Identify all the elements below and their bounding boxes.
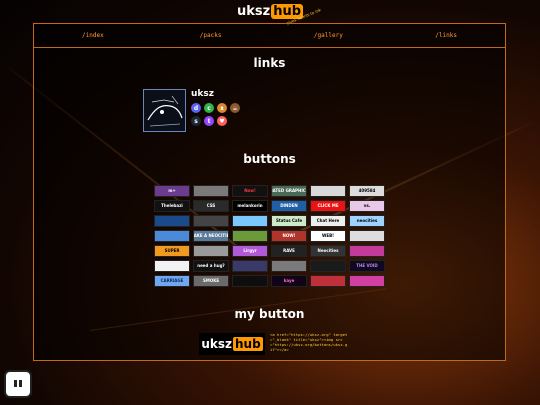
link-button-label: melankorin bbox=[237, 203, 263, 208]
link-button[interactable] bbox=[349, 245, 385, 257]
chat-widget-icon[interactable] bbox=[4, 370, 32, 398]
link-button[interactable] bbox=[154, 215, 190, 227]
link-button-label: SMOKE bbox=[202, 278, 220, 283]
steam-icon[interactable]: s bbox=[191, 116, 201, 126]
orange-cat-icon[interactable]: ᴥ bbox=[217, 103, 227, 113]
twitch-icon[interactable]: t bbox=[204, 116, 214, 126]
link-button[interactable]: 409584 bbox=[349, 185, 385, 197]
link-button[interactable]: kaye bbox=[271, 275, 307, 287]
link-button[interactable]: CARRIAGE bbox=[154, 275, 190, 287]
nav-index[interactable]: /index bbox=[34, 24, 152, 47]
link-button[interactable] bbox=[193, 185, 229, 197]
link-button-label: m+ bbox=[168, 188, 176, 193]
link-button-label: Status Cafe bbox=[275, 218, 303, 223]
nav-packs[interactable]: /packs bbox=[152, 24, 270, 47]
link-button[interactable] bbox=[232, 230, 268, 242]
green-circle-icon[interactable]: c bbox=[204, 103, 214, 113]
link-button[interactable]: Now! bbox=[232, 185, 268, 197]
link-button[interactable] bbox=[232, 275, 268, 287]
link-button[interactable] bbox=[310, 260, 346, 272]
link-button[interactable]: m+ bbox=[154, 185, 190, 197]
link-button[interactable]: neocities bbox=[349, 215, 385, 227]
link-button[interactable]: DATED GRAPHICS bbox=[271, 185, 307, 197]
link-button[interactable]: RAVE bbox=[271, 245, 307, 257]
link-button-label: vs. bbox=[363, 203, 371, 208]
link-button[interactable] bbox=[232, 260, 268, 272]
link-button[interactable] bbox=[193, 245, 229, 257]
link-button[interactable] bbox=[271, 260, 307, 272]
link-button-label: DATED GRAPHICS bbox=[271, 188, 307, 193]
link-button-label: DINDEN bbox=[280, 203, 298, 208]
nav-links[interactable]: /links bbox=[387, 24, 505, 47]
link-button[interactable] bbox=[193, 215, 229, 227]
link-button-label: Chat Here bbox=[316, 218, 340, 223]
link-button-label: THE VOID bbox=[356, 263, 378, 268]
my-button-hub: hub bbox=[232, 337, 263, 351]
link-button-label: Now! bbox=[244, 188, 256, 193]
nav-gallery[interactable]: /gallery bbox=[270, 24, 388, 47]
link-button[interactable]: vs. bbox=[349, 200, 385, 212]
link-button-label: need a hug? bbox=[197, 263, 225, 268]
link-button[interactable]: CSS bbox=[193, 200, 229, 212]
link-button[interactable]: MAKE A NEOCITIES bbox=[193, 230, 229, 242]
my-button-heading: my button bbox=[234, 307, 305, 321]
link-button-label: CSS bbox=[206, 203, 216, 208]
link-button[interactable]: SMOKE bbox=[193, 275, 229, 287]
link-button[interactable]: Thelebazi bbox=[154, 200, 190, 212]
link-button-label: SUPER bbox=[164, 248, 180, 253]
links-heading: links bbox=[253, 56, 286, 70]
my-site-button[interactable]: uksz hub bbox=[199, 333, 265, 355]
link-button[interactable] bbox=[310, 275, 346, 287]
link-button[interactable]: Lirgyr bbox=[232, 245, 268, 257]
coffee-icon[interactable]: ☕ bbox=[230, 103, 240, 113]
link-button[interactable]: THE VOID bbox=[349, 260, 385, 272]
link-button-label: neocities bbox=[356, 218, 378, 223]
link-button-label: WEB! bbox=[321, 233, 335, 238]
link-button[interactable]: DINDEN bbox=[271, 200, 307, 212]
link-button[interactable] bbox=[232, 215, 268, 227]
link-button-label: kaye bbox=[283, 278, 295, 283]
link-button[interactable]: SUPER bbox=[154, 245, 190, 257]
discord-icon[interactable]: d bbox=[191, 103, 201, 113]
link-button[interactable] bbox=[310, 185, 346, 197]
kofi-icon[interactable]: ♥ bbox=[217, 116, 227, 126]
logo-text: uksz bbox=[236, 4, 271, 19]
link-button[interactable]: need a hug? bbox=[193, 260, 229, 272]
link-button-label: NOW! bbox=[282, 233, 296, 238]
link-button-label: Thelebazi bbox=[161, 203, 183, 208]
link-button[interactable] bbox=[154, 260, 190, 272]
link-button-label: RAVE bbox=[283, 248, 295, 253]
my-button-text: uksz bbox=[201, 337, 232, 351]
link-button[interactable]: CLICK ME bbox=[310, 200, 346, 212]
link-button[interactable] bbox=[154, 230, 190, 242]
link-button[interactable]: WEB! bbox=[310, 230, 346, 242]
link-button-label: Lirgyr bbox=[243, 248, 257, 253]
site-logo[interactable]: uksz hub bbox=[0, 4, 540, 19]
avatar[interactable] bbox=[143, 89, 186, 132]
top-nav: /index /packs /gallery /links bbox=[33, 23, 506, 48]
link-button[interactable]: Status Cafe bbox=[271, 215, 307, 227]
link-button-label: CLICK ME bbox=[317, 203, 339, 208]
link-button-label: Neocities bbox=[317, 248, 339, 253]
link-button[interactable]: Neocities bbox=[310, 245, 346, 257]
link-button[interactable]: Chat Here bbox=[310, 215, 346, 227]
link-button-label: MAKE A NEOCITIES bbox=[193, 233, 228, 238]
embed-code[interactable]: <a href="https://uksz.org" target="_blan… bbox=[270, 332, 348, 352]
link-button[interactable]: melankorin bbox=[232, 200, 268, 212]
buttons-heading: buttons bbox=[243, 152, 296, 166]
profile-name: uksz bbox=[191, 89, 214, 99]
link-button-label: 409584 bbox=[358, 188, 376, 193]
link-button-label: CARRIAGE bbox=[160, 278, 184, 283]
button-grid: m+ Now! DATED GRAPHICS 409584 Thelebazi CSS me… bbox=[154, 185, 385, 287]
link-button[interactable] bbox=[349, 230, 385, 242]
link-button[interactable]: NOW! bbox=[271, 230, 307, 242]
link-button[interactable] bbox=[349, 275, 385, 287]
